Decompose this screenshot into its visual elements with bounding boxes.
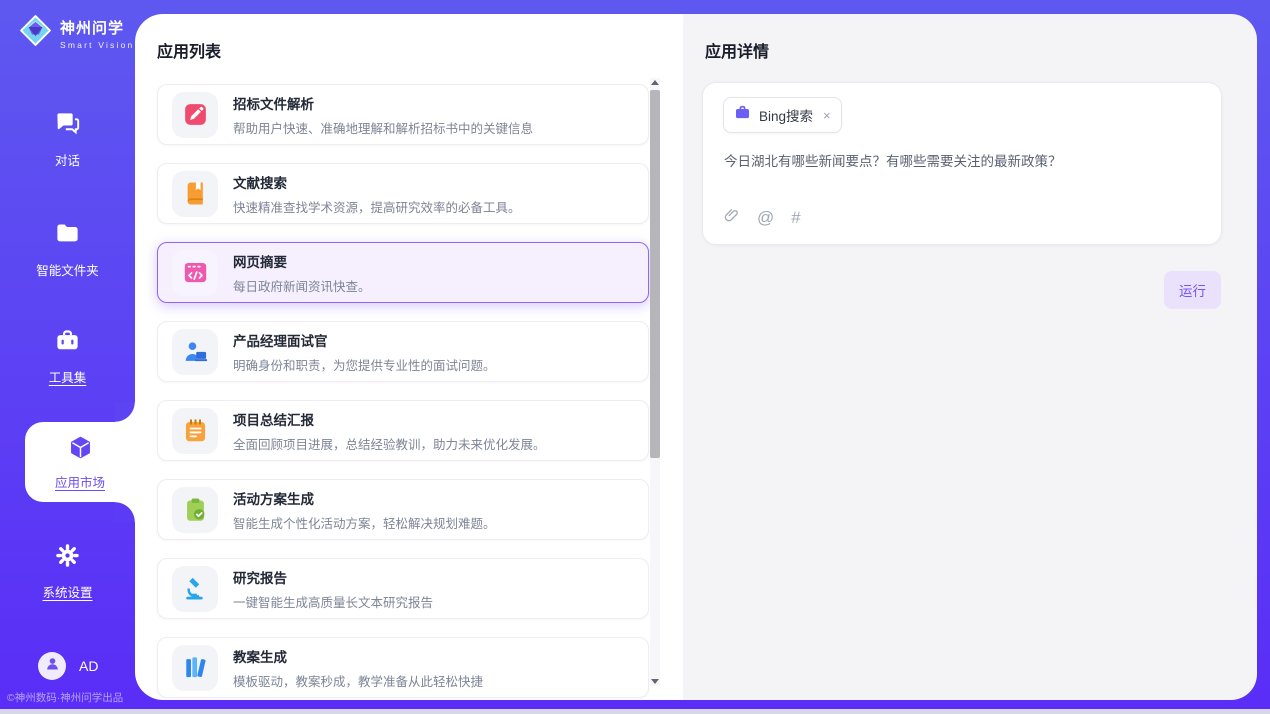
close-icon[interactable]: × bbox=[823, 108, 831, 123]
copyright-footer: ©神州数码·神州问学出品 bbox=[7, 690, 123, 705]
sidebar-item-label: 智能文件夹 bbox=[36, 260, 99, 279]
app-card-title: 网页摘要 bbox=[233, 251, 371, 271]
tool-tag-label: Bing搜索 bbox=[759, 105, 813, 125]
sidebar-item-label: 对话 bbox=[55, 150, 80, 169]
cube-icon bbox=[67, 434, 94, 466]
folder-icon bbox=[54, 220, 81, 252]
app-card-pm-interviewer[interactable]: 产品经理面试官 明确身份和职责，为您提供专业性的面试问题。 bbox=[157, 321, 649, 382]
app-card-desc: 模板驱动，教案秒成，教学准备从此轻松快捷 bbox=[233, 671, 483, 690]
app-card-title: 项目总结汇报 bbox=[233, 409, 546, 429]
query-text[interactable]: 今日湖北有哪些新闻要点？有哪些需要关注的最新政策？ bbox=[724, 153, 1201, 172]
app-card-desc: 明确身份和职责，为您提供专业性的面试问题。 bbox=[233, 355, 496, 374]
app-list-panel: 应用列表 招标文件解析 帮助用户快速、准确地理解和解析招标书中的关键信息 bbox=[135, 14, 683, 700]
app-card-title: 活动方案生成 bbox=[233, 488, 496, 508]
app-card-research-report[interactable]: 研究报告 一键智能生成高质量长文本研究报告 bbox=[157, 558, 649, 619]
briefcase-icon bbox=[734, 104, 751, 126]
paperclip-icon[interactable] bbox=[723, 207, 740, 229]
microscope-icon bbox=[172, 566, 218, 612]
app-card-title: 教案生成 bbox=[233, 646, 483, 666]
app-card-title: 招标文件解析 bbox=[233, 93, 533, 113]
sidebar-item-label: 系统设置 bbox=[42, 582, 92, 601]
scrollbar-thumb[interactable] bbox=[650, 90, 660, 458]
tool-tag-bing-search[interactable]: Bing搜索 × bbox=[723, 97, 842, 133]
books-icon bbox=[172, 645, 218, 691]
person-icon bbox=[44, 655, 61, 677]
toolbox-icon bbox=[54, 327, 81, 359]
app-card-title: 研究报告 bbox=[233, 567, 433, 587]
sidebar-item-system-settings[interactable]: 系统设置 bbox=[0, 542, 135, 601]
hash-icon[interactable]: # bbox=[791, 208, 800, 228]
book-icon bbox=[172, 171, 218, 217]
app-list-scrollbar[interactable] bbox=[650, 78, 660, 686]
app-card-literature-search[interactable]: 文献搜索 快速精准查找学术资源，提高研究效率的必备工具。 bbox=[157, 163, 649, 224]
interviewer-icon bbox=[172, 329, 218, 375]
app-card-desc: 每日政府新闻资讯快查。 bbox=[233, 276, 371, 295]
sidebar-item-label: 工具集 bbox=[49, 367, 87, 386]
scroll-down-arrow-icon[interactable] bbox=[651, 679, 659, 684]
app-card-list: 招标文件解析 帮助用户快速、准确地理解和解析招标书中的关键信息 文献搜索 快速精… bbox=[157, 84, 649, 700]
clipboard-check-icon bbox=[172, 487, 218, 533]
sidebar-item-smart-folder[interactable]: 智能文件夹 bbox=[0, 220, 135, 279]
sidebar-item-label: 应用市场 bbox=[55, 472, 105, 491]
user-initials: AD bbox=[79, 658, 98, 674]
app-card-desc: 全面回顾项目进展，总结经验教训，助力未来优化发展。 bbox=[233, 434, 546, 453]
app-card-desc: 一键智能生成高质量长文本研究报告 bbox=[233, 592, 433, 611]
sidebar: 神州问学 Smart Vision 对话 智能文件夹 bbox=[0, 0, 135, 714]
sidebar-item-toolset[interactable]: 工具集 bbox=[0, 327, 135, 386]
avatar bbox=[38, 652, 66, 680]
sidebar-item-app-market[interactable]: 应用市场 bbox=[25, 422, 135, 502]
app-card-title: 产品经理面试官 bbox=[233, 330, 496, 350]
brand-logo: 神州问学 Smart Vision bbox=[18, 13, 134, 53]
user-account[interactable]: AD bbox=[38, 652, 98, 680]
gear-icon bbox=[54, 542, 81, 574]
pen-square-icon bbox=[172, 92, 218, 138]
app-card-lesson-plan[interactable]: 教案生成 模板驱动，教案秒成，教学准备从此轻松快捷 bbox=[157, 637, 649, 698]
app-list-title: 应用列表 bbox=[157, 38, 221, 62]
app-card-desc: 快速精准查找学术资源，提高研究效率的必备工具。 bbox=[233, 197, 521, 216]
chat-icon bbox=[54, 110, 81, 142]
diamond-logo-icon bbox=[18, 13, 53, 53]
at-icon[interactable]: @ bbox=[757, 208, 774, 228]
app-card-title: 文献搜索 bbox=[233, 172, 521, 192]
app-card-bid-document-analysis[interactable]: 招标文件解析 帮助用户快速、准确地理解和解析招标书中的关键信息 bbox=[157, 84, 649, 145]
bottom-edge-strip bbox=[0, 709, 1270, 714]
input-toolbar: @ # bbox=[723, 207, 801, 229]
app-card-desc: 帮助用户快速、准确地理解和解析招标书中的关键信息 bbox=[233, 118, 533, 137]
app-detail-panel: 应用详情 Bing搜索 × 今日湖北有哪些新闻要点？有哪些需要关注的最新政策？ bbox=[683, 14, 1257, 700]
scroll-up-arrow-icon[interactable] bbox=[651, 80, 659, 85]
app-card-project-summary[interactable]: 项目总结汇报 全面回顾项目进展，总结经验教训，助力未来优化发展。 bbox=[157, 400, 649, 461]
main-content: 应用列表 招标文件解析 帮助用户快速、准确地理解和解析招标书中的关键信息 bbox=[135, 14, 1257, 700]
app-card-event-plan[interactable]: 活动方案生成 智能生成个性化活动方案，轻松解决规划难题。 bbox=[157, 479, 649, 540]
sidebar-item-chat[interactable]: 对话 bbox=[0, 110, 135, 169]
app-card-desc: 智能生成个性化活动方案，轻松解决规划难题。 bbox=[233, 513, 496, 532]
app-detail-title: 应用详情 bbox=[705, 38, 769, 62]
brand-subtitle: Smart Vision bbox=[60, 40, 134, 50]
browser-code-icon bbox=[172, 250, 218, 296]
run-button[interactable]: 运行 bbox=[1164, 271, 1221, 309]
brand-name: 神州问学 bbox=[60, 17, 134, 38]
query-input-card[interactable]: Bing搜索 × 今日湖北有哪些新闻要点？有哪些需要关注的最新政策？ @ # bbox=[702, 82, 1222, 245]
notepad-icon bbox=[172, 408, 218, 454]
app-card-web-summary[interactable]: 网页摘要 每日政府新闻资讯快查。 bbox=[157, 242, 649, 303]
